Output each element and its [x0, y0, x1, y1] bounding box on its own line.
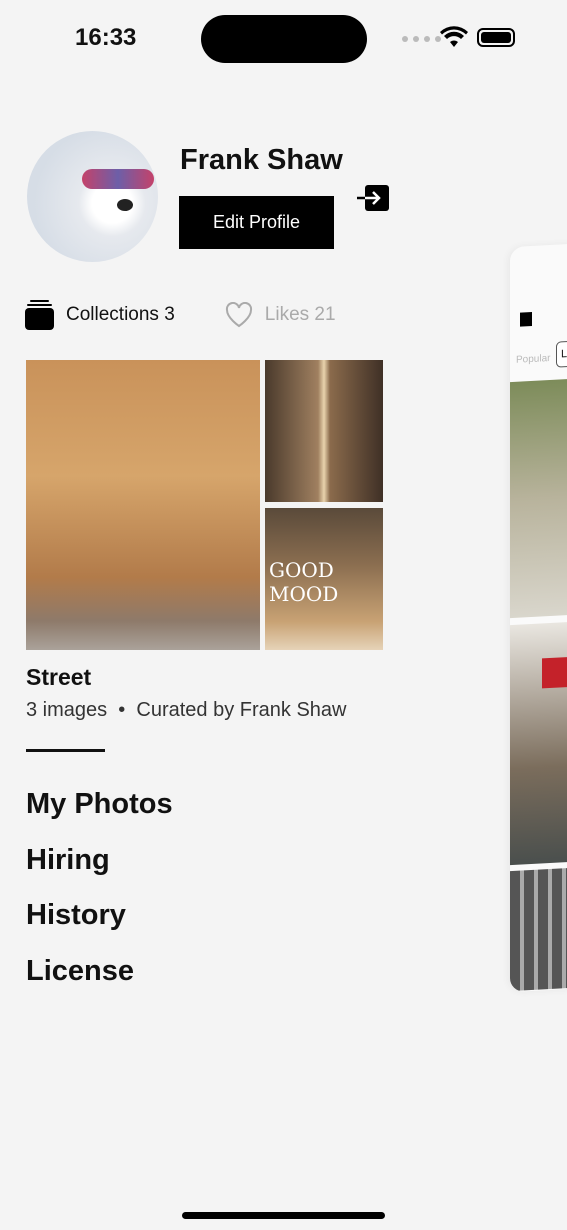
main-screen-preview[interactable]: Popular La [510, 242, 567, 993]
tab-popular[interactable]: Popular [516, 353, 550, 366]
menu-item-license[interactable]: License [26, 955, 173, 1011]
collections-icon [25, 300, 54, 330]
status-bar: 16:33 [0, 0, 567, 80]
heart-icon [225, 302, 252, 328]
divider [26, 749, 105, 752]
logout-icon[interactable] [357, 185, 389, 211]
status-time: 16:33 [75, 24, 137, 51]
collection-photo [26, 360, 260, 650]
likes-count: Likes 21 [264, 304, 336, 325]
dynamic-island [201, 15, 367, 63]
menu-item-hiring[interactable]: Hiring [26, 844, 173, 900]
feed-photo [510, 866, 567, 992]
menu-item-my-photos[interactable]: My Photos [26, 788, 173, 844]
likes-tab[interactable]: Likes 21 [225, 302, 336, 328]
collection-cover[interactable]: GOOD MOOD [26, 360, 383, 650]
collections-count[interactable]: Collections 3 [66, 304, 175, 326]
home-indicator[interactable] [182, 1212, 385, 1219]
collection-title[interactable]: Street [26, 664, 91, 691]
tab-latest[interactable]: La [556, 339, 567, 368]
battery-icon [477, 28, 515, 47]
profile-menu: My Photos Hiring History License [26, 788, 173, 1010]
collection-photo: GOOD MOOD [265, 508, 383, 650]
signal-icon [402, 36, 441, 42]
wifi-icon [440, 26, 468, 47]
collection-meta: 3 images • Curated by Frank Shaw [26, 699, 347, 721]
feed-photo [510, 620, 567, 866]
menu-item-history[interactable]: History [26, 899, 173, 955]
profile-name: Frank Shaw [180, 144, 343, 176]
avatar[interactable] [27, 131, 158, 262]
profile-stats: Collections 3 Likes 21 [25, 300, 336, 330]
feed-photo [510, 377, 567, 619]
collection-photo [265, 360, 383, 502]
app-logo-icon [520, 311, 532, 327]
edit-profile-button[interactable]: Edit Profile [179, 196, 334, 249]
